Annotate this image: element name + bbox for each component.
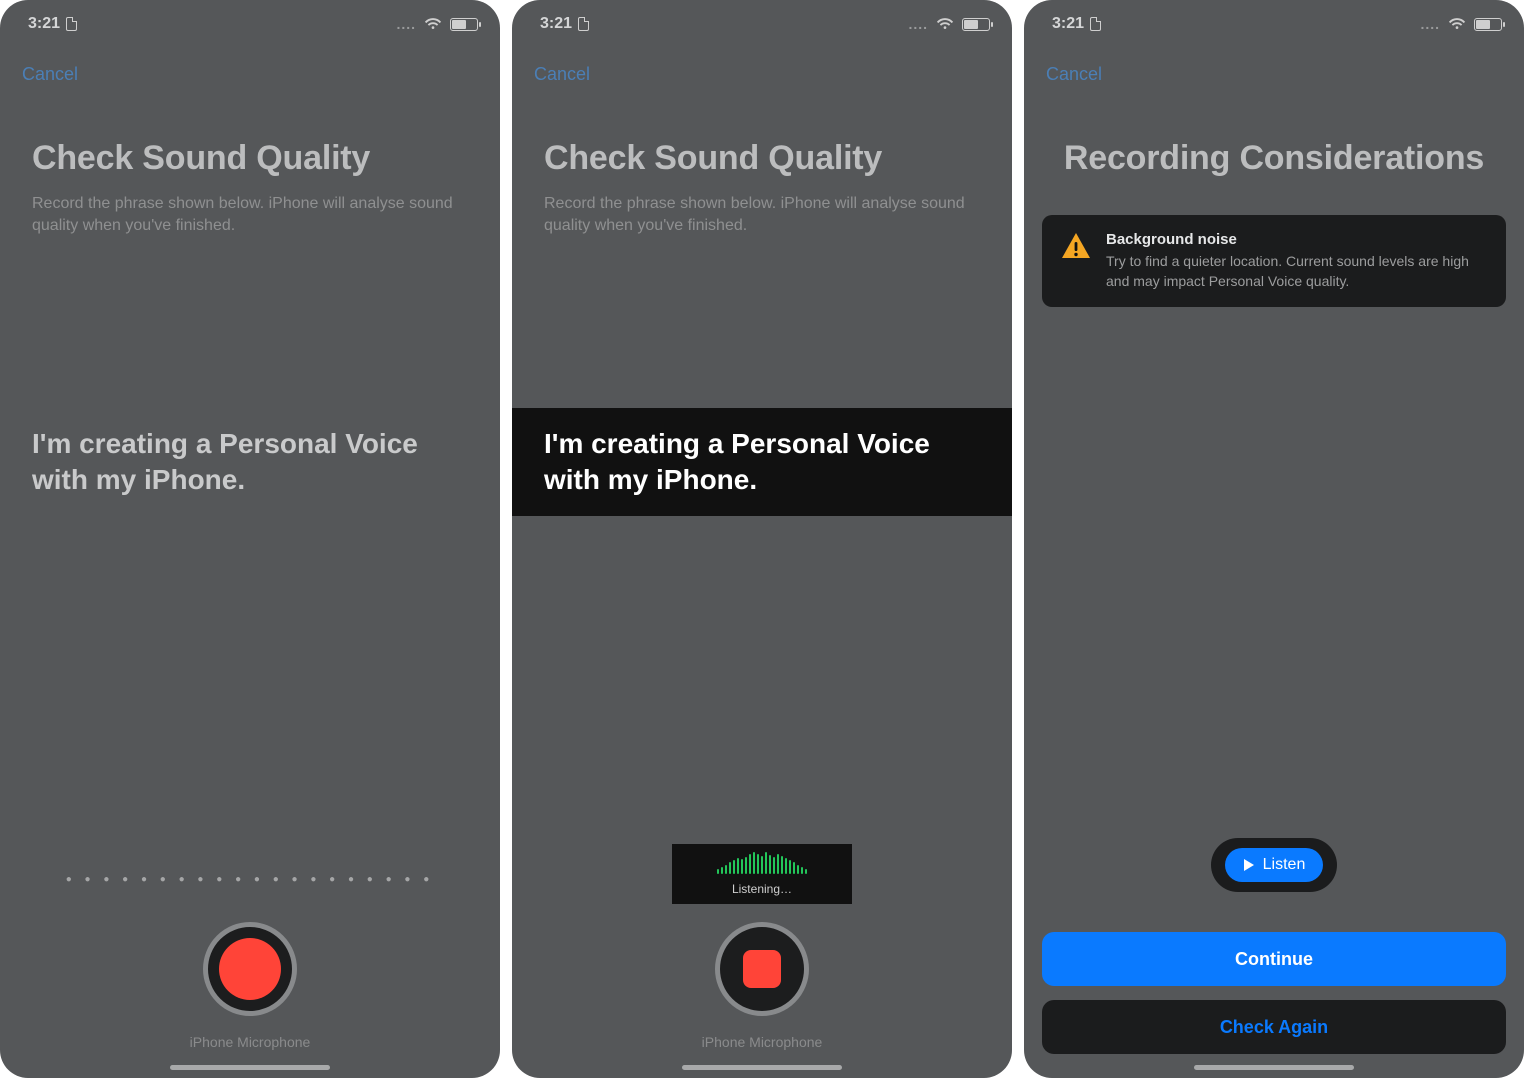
warning-body: Try to find a quieter location. Current … — [1106, 252, 1488, 291]
nav-bar: Cancel — [0, 48, 500, 91]
status-bar: 3:21 .... — [1024, 0, 1524, 48]
screen-check-sound-idle: 3:21 .... Cancel Check Sound Quality Rec… — [0, 0, 500, 1078]
page-subtitle: Record the phrase shown below. iPhone wi… — [32, 193, 468, 238]
screen-recording-considerations: 3:21 .... Cancel Recording Consideration… — [1024, 0, 1524, 1078]
listen-button[interactable]: Listen — [1225, 848, 1324, 882]
listening-label: Listening… — [684, 882, 840, 896]
status-time: 3:21 — [540, 15, 572, 33]
sim-icon — [578, 17, 589, 31]
mic-source-label: iPhone Microphone — [190, 1034, 311, 1050]
phrase-text: I'm creating a Personal Voice with my iP… — [32, 426, 468, 498]
page-subtitle: Record the phrase shown below. iPhone wi… — [544, 193, 980, 238]
battery-icon — [450, 18, 478, 31]
check-again-button[interactable]: Check Again — [1042, 1000, 1506, 1054]
waveform-icon — [684, 854, 840, 878]
page-title: Check Sound Quality — [544, 139, 980, 177]
home-indicator[interactable] — [1194, 1065, 1354, 1070]
sim-icon — [1090, 17, 1101, 31]
record-button[interactable] — [203, 922, 297, 1016]
play-icon — [1243, 858, 1255, 872]
cancel-button[interactable]: Cancel — [22, 64, 78, 85]
cellular-dots-icon: .... — [1420, 16, 1440, 32]
status-time: 3:21 — [1052, 15, 1084, 33]
cellular-dots-icon: .... — [908, 16, 928, 32]
nav-bar: Cancel — [512, 48, 1012, 91]
background-noise-warning: Background noise Try to find a quieter l… — [1042, 215, 1506, 307]
listen-button-label: Listen — [1263, 856, 1306, 874]
listen-pill-container: Listen — [1211, 838, 1338, 892]
screen-check-sound-recording: 3:21 .... Cancel Check Sound Quality Rec… — [512, 0, 1012, 1078]
warning-triangle-icon — [1060, 231, 1092, 291]
phrase-text: I'm creating a Personal Voice with my iP… — [544, 426, 980, 498]
status-bar: 3:21 .... — [512, 0, 1012, 48]
nav-bar: Cancel — [1024, 48, 1524, 91]
status-time: 3:21 — [28, 15, 60, 33]
phrase-container: I'm creating a Personal Voice with my iP… — [512, 408, 1012, 516]
cellular-dots-icon: .... — [396, 16, 416, 32]
record-start-icon — [219, 938, 281, 1000]
stop-record-button[interactable] — [715, 922, 809, 1016]
record-stop-icon — [743, 950, 781, 988]
waveform-placeholder-icon: ● ● ● ● ● ● ● ● ● ● ● ● ● ● ● ● ● ● ● ● — [66, 874, 435, 894]
wifi-icon — [936, 17, 954, 31]
wifi-icon — [424, 17, 442, 31]
warning-title: Background noise — [1106, 231, 1488, 248]
sim-icon — [66, 17, 77, 31]
mic-source-label: iPhone Microphone — [702, 1034, 823, 1050]
home-indicator[interactable] — [682, 1065, 842, 1070]
status-bar: 3:21 .... — [0, 0, 500, 48]
continue-button[interactable]: Continue — [1042, 932, 1506, 986]
battery-icon — [1474, 18, 1502, 31]
home-indicator[interactable] — [170, 1065, 330, 1070]
cancel-button[interactable]: Cancel — [534, 64, 590, 85]
wifi-icon — [1448, 17, 1466, 31]
phrase-container: I'm creating a Personal Voice with my iP… — [0, 408, 500, 516]
page-title: Recording Considerations — [1056, 139, 1492, 177]
page-title: Check Sound Quality — [32, 139, 468, 177]
cancel-button[interactable]: Cancel — [1046, 64, 1102, 85]
listening-indicator: Listening… — [672, 844, 852, 904]
battery-icon — [962, 18, 990, 31]
